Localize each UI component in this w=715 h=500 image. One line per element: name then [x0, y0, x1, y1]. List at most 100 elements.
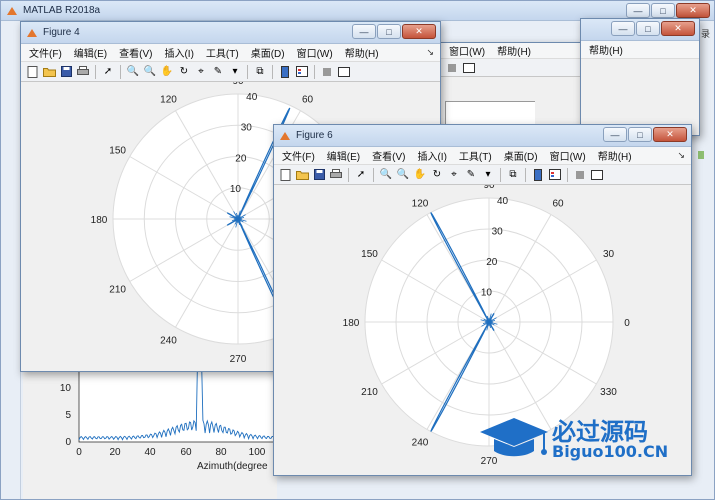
angle-tick-label: 90 — [232, 82, 244, 87]
figure6-title: Figure 6 — [296, 130, 333, 141]
data-cursor-icon[interactable]: ⌖ — [447, 168, 461, 182]
toolbar-separator — [567, 167, 568, 182]
watermark: 必过源码 Biguo100.CN — [476, 410, 708, 470]
show-plot-tools-icon[interactable] — [590, 168, 604, 182]
figure-right-close-button[interactable]: ✕ — [661, 21, 695, 36]
radial-tick-label: 40 — [246, 92, 258, 103]
angle-tick-label: 150 — [109, 146, 126, 157]
menu-edit[interactable]: 编辑(E) — [327, 148, 360, 163]
menu-edit[interactable]: 编辑(E) — [74, 45, 107, 60]
figure4-menubar: 文件(F) 编辑(E) 查看(V) 插入(I) 工具(T) 桌面(D) 窗口(W… — [21, 44, 440, 62]
pan-hand-icon[interactable]: ✋ — [413, 168, 427, 182]
menu-window[interactable]: 窗口(W) — [297, 45, 333, 60]
angle-tick-label: 90 — [483, 185, 495, 191]
brush-dropdown-icon[interactable]: ▾ — [481, 168, 495, 182]
select-arrow-icon[interactable]: ➚ — [354, 168, 368, 182]
figure-icon — [26, 27, 38, 39]
menu-help[interactable]: 帮助(H) — [598, 148, 632, 163]
figure4-close-button[interactable]: ✕ — [402, 24, 436, 39]
legend-icon[interactable] — [548, 168, 562, 182]
menu-insert[interactable]: 插入(I) — [164, 45, 193, 60]
print-icon[interactable] — [329, 168, 343, 182]
toolbar-separator — [95, 64, 96, 79]
menu-window[interactable]: 窗口(W) — [449, 43, 485, 58]
select-arrow-icon[interactable]: ➚ — [101, 65, 115, 79]
figure6-maximize-button[interactable]: □ — [628, 127, 652, 142]
menu-desktop[interactable]: 桌面(D) — [504, 148, 538, 163]
bottom-plot-area: 10 5 0 0 20 40 60 80 100 Azimuth(degree — [23, 366, 278, 499]
menu-help-right[interactable]: 帮助(H) — [589, 42, 623, 57]
brush-icon[interactable]: ✎ — [464, 168, 478, 182]
menubar-arrow-icon[interactable]: ↘ — [426, 47, 434, 58]
open-file-icon[interactable] — [42, 65, 56, 79]
colorbar-icon[interactable] — [531, 168, 545, 182]
figure6-close-button[interactable]: ✕ — [653, 127, 687, 142]
radial-tick-label: 20 — [235, 153, 247, 164]
figure6-menubar: 文件(F) 编辑(E) 查看(V) 插入(I) 工具(T) 桌面(D) 窗口(W… — [274, 147, 691, 165]
zoom-out-icon[interactable]: 🔍 — [396, 168, 410, 182]
legend-icon[interactable] — [295, 65, 309, 79]
rotate-3d-icon[interactable]: ↻ — [177, 65, 191, 79]
radial-tick-label: 30 — [241, 123, 253, 134]
show-plot-tools-icon[interactable] — [337, 65, 351, 79]
zoom-out-icon[interactable]: 🔍 — [143, 65, 157, 79]
figure6-minimize-button[interactable]: — — [603, 127, 627, 142]
angle-tick-label: 120 — [160, 95, 177, 106]
matlab-status-indicator — [698, 151, 704, 159]
figure-right-minimize-button[interactable]: — — [611, 21, 635, 36]
figure-right-maximize-button[interactable]: □ — [636, 21, 660, 36]
matlab-close-button[interactable]: ✕ — [676, 3, 710, 18]
menubar-arrow-icon[interactable]: ↘ — [677, 150, 685, 161]
link-plot-icon[interactable]: ⧉ — [506, 168, 520, 182]
figure-behind-toolbar — [441, 59, 584, 77]
figure-right-menubar: 帮助(H) — [581, 41, 699, 59]
link-plot-icon[interactable]: ⧉ — [253, 65, 267, 79]
menu-help[interactable]: 帮助(H) — [497, 43, 531, 58]
hide-tools-icon[interactable] — [445, 61, 459, 75]
zoom-in-icon[interactable]: 🔍 — [126, 65, 140, 79]
radial-tick-label: 20 — [486, 257, 498, 268]
angle-tick-label: 120 — [412, 198, 429, 209]
watermark-brand-en: Biguo100.CN — [552, 442, 669, 461]
figure6-titlebar: Figure 6 — □ ✕ — [274, 125, 691, 147]
save-icon[interactable] — [312, 168, 326, 182]
figure4-minimize-button[interactable]: — — [352, 24, 376, 39]
data-cursor-icon[interactable]: ⌖ — [194, 65, 208, 79]
menu-insert[interactable]: 插入(I) — [417, 148, 446, 163]
brush-icon[interactable]: ✎ — [211, 65, 225, 79]
zoom-in-icon[interactable]: 🔍 — [379, 168, 393, 182]
toolbar-separator — [500, 167, 501, 182]
x-axis-label: Azimuth(degree — [197, 461, 268, 472]
pan-hand-icon[interactable]: ✋ — [160, 65, 174, 79]
show-tools-icon[interactable] — [462, 61, 476, 75]
new-figure-icon[interactable] — [25, 65, 39, 79]
figure4-title: Figure 4 — [43, 27, 80, 38]
figure4-maximize-button[interactable]: □ — [377, 24, 401, 39]
save-icon[interactable] — [59, 65, 73, 79]
figure6-toolbar: ➚ 🔍 🔍 ✋ ↻ ⌖ ✎ ▾ ⧉ — [274, 165, 691, 185]
colorbar-icon[interactable] — [278, 65, 292, 79]
menu-help[interactable]: 帮助(H) — [345, 45, 379, 60]
rotate-3d-icon[interactable]: ↻ — [430, 168, 444, 182]
matlab-partial-label: 录 — [700, 29, 710, 39]
new-figure-icon[interactable] — [278, 168, 292, 182]
hide-plot-tools-icon[interactable] — [573, 168, 587, 182]
menu-file[interactable]: 文件(F) — [282, 148, 315, 163]
brush-dropdown-icon[interactable]: ▾ — [228, 65, 242, 79]
open-file-icon[interactable] — [295, 168, 309, 182]
menu-desktop[interactable]: 桌面(D) — [251, 45, 285, 60]
xtick-20: 20 — [109, 447, 121, 458]
matlab-logo-icon — [6, 5, 18, 17]
bottom-line-plot: 10 5 0 0 20 40 60 80 100 Azimuth(degree — [60, 370, 278, 472]
hide-plot-tools-icon[interactable] — [320, 65, 334, 79]
menu-window[interactable]: 窗口(W) — [550, 148, 586, 163]
matlab-minimize-button[interactable]: — — [626, 3, 650, 18]
menu-view[interactable]: 查看(V) — [119, 45, 152, 60]
menu-tools[interactable]: 工具(T) — [206, 45, 239, 60]
print-icon[interactable] — [76, 65, 90, 79]
xtick-80: 80 — [215, 447, 227, 458]
menu-file[interactable]: 文件(F) — [29, 45, 62, 60]
matlab-maximize-button[interactable]: □ — [651, 3, 675, 18]
menu-view[interactable]: 查看(V) — [372, 148, 405, 163]
menu-tools[interactable]: 工具(T) — [459, 148, 492, 163]
